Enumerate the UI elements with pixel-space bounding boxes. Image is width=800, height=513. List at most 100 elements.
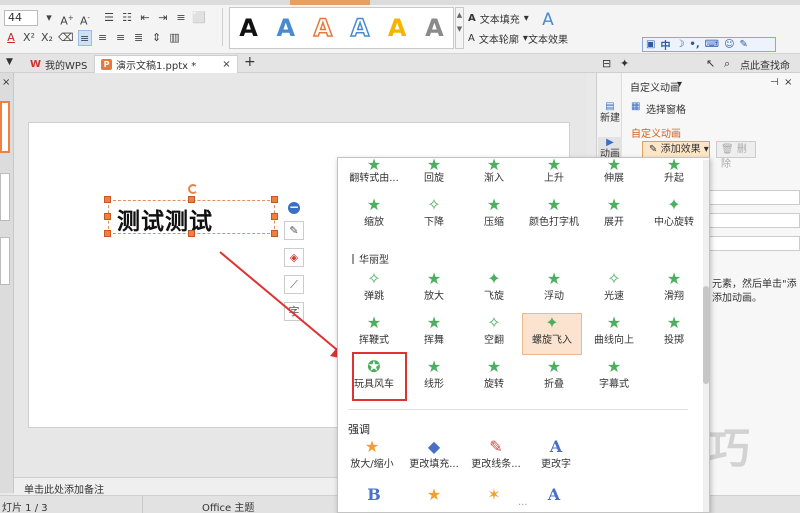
effect-font-style[interactable]: A	[524, 486, 584, 512]
gallery-scroll-icon[interactable]: ▲ ▼	[455, 7, 464, 49]
effect-light-speed[interactable]: ✧ 光速	[584, 270, 644, 312]
collapse-float-toolbar-icon[interactable]: −	[288, 201, 300, 214]
add-effect-dropdown[interactable]: ★ 翻转式由... ★ 回旋 ★ 渐入 ★ 上升 ★ 伸展 ★ 升起 ★ 缩放 ✧ 下降 ★ 压缩…	[337, 157, 710, 513]
add-effect-button[interactable]: ✎ 添加效果 ▾	[642, 141, 710, 158]
delete-button[interactable]: 🗑 删除	[716, 141, 756, 170]
wordart-style-orange-outline[interactable]: A	[313, 13, 333, 43]
popup-scrollbar-thumb[interactable]	[703, 286, 709, 384]
cursor-icon[interactable]: ↖	[706, 57, 715, 70]
effect-color-typewriter[interactable]: ★ 颜色打字机	[524, 196, 584, 238]
effect-pinwheel-fly[interactable]: ✦ 飞旋	[464, 270, 524, 312]
pane-close-icon[interactable]: ×	[784, 77, 792, 88]
tab-my-wps[interactable]: W 我的WPS	[24, 55, 93, 73]
effect-center-revolve[interactable]: ✦ 中心旋转	[644, 196, 704, 238]
effect-float[interactable]: ★ 浮动	[524, 270, 584, 312]
text-effect-button[interactable]: A 文本效果	[528, 10, 568, 46]
text-direction-icon[interactable]: ⇕	[150, 30, 164, 46]
align-left-icon[interactable]: ≡	[77, 30, 92, 46]
wordart-style-gallery[interactable]: A A A A A A	[229, 7, 454, 49]
tab-presentation[interactable]: P 演示文稿1.pptx * ×	[94, 55, 238, 73]
pane-pin-icon[interactable]: ⊣	[770, 77, 779, 88]
grow-font-icon[interactable]: A+	[60, 10, 74, 28]
text-fill-button[interactable]: A 文本填充 ▾	[468, 11, 529, 26]
effect-credits[interactable]: ★ 字幕式	[584, 358, 644, 400]
slide-thumbnail[interactable]	[0, 237, 10, 285]
effect-curve-up[interactable]: ★ 曲线向上	[584, 314, 644, 356]
wordart-style-blue-outline[interactable]: A	[350, 13, 370, 43]
resize-handle[interactable]	[271, 196, 278, 203]
close-icon[interactable]: ×	[222, 59, 230, 70]
wrench-icon[interactable]: ✎	[740, 39, 748, 50]
pane-title[interactable]: 自定义动画	[630, 79, 680, 94]
resize-handle[interactable]	[188, 230, 195, 237]
resize-handle[interactable]	[188, 196, 195, 203]
shape-icon[interactable]: ⬜	[192, 10, 206, 26]
effect-zoom[interactable]: ★ 缩放	[344, 196, 404, 238]
wordart-style-blue[interactable]: A	[276, 14, 295, 42]
numbering-icon[interactable]: ☷	[120, 10, 134, 26]
moon-icon[interactable]: ☽	[675, 39, 684, 50]
effect-wave[interactable]: ★ 挥舞	[404, 314, 464, 356]
effect-whip[interactable]: ★ 挥鞭式	[344, 314, 404, 356]
effect-change-font[interactable]: A 更改字	[526, 438, 586, 480]
resize-handle[interactable]	[104, 230, 111, 237]
superscript-icon[interactable]: X²	[22, 30, 36, 46]
effect-compress[interactable]: ★ 压缩	[464, 196, 524, 238]
font-color-icon[interactable]: A	[4, 30, 18, 46]
resize-handle[interactable]	[104, 196, 111, 203]
shrink-font-icon[interactable]: A-	[78, 10, 92, 28]
pin-icon[interactable]: ✦	[620, 57, 629, 70]
effect-change-fill[interactable]: ◆ 更改填充...	[404, 438, 464, 480]
ime-mode-label[interactable]: 中	[660, 37, 670, 52]
bullets-icon[interactable]: ☰	[102, 10, 116, 26]
effect-expand[interactable]: ★ 展开	[584, 196, 644, 238]
new-tab-button[interactable]: ▤ 新建	[598, 101, 622, 125]
clear-format-icon[interactable]: ⌫	[58, 30, 74, 46]
rotate-handle-icon[interactable]	[188, 184, 198, 194]
wordart-style-gray[interactable]: A	[425, 14, 444, 42]
effect-throw[interactable]: ★ 投掷	[644, 314, 704, 356]
selection-pane-link[interactable]: 选择窗格	[646, 101, 686, 116]
wordart-style-gold[interactable]: A	[388, 14, 407, 42]
align-right-icon[interactable]: ≡	[114, 30, 128, 46]
slide-thumbnail[interactable]	[0, 173, 10, 221]
align-center-icon[interactable]: ≡	[96, 30, 110, 46]
effect-flip-over[interactable]: ✧ 空翻	[464, 314, 524, 356]
slide-thumbnail-strip[interactable]: ×	[0, 73, 14, 493]
ime-toolbar[interactable]: ▣ 中 ☽ •, ⌨ ☺ ✎	[642, 37, 776, 52]
tab-list-icon[interactable]: ▼	[6, 57, 13, 67]
start-field[interactable]	[708, 190, 800, 205]
speed-field[interactable]	[708, 236, 800, 251]
minimize-pane-icon[interactable]: ⊟	[602, 57, 611, 70]
more-icon[interactable]: ···	[518, 500, 528, 511]
subscript-icon[interactable]: X₂	[40, 30, 54, 46]
keyboard-icon[interactable]: ⌨	[705, 39, 719, 50]
effect-bounce[interactable]: ✧ 弹跳	[344, 270, 404, 312]
effect-change-line[interactable]: ✎ 更改线条...	[466, 438, 526, 480]
effect-grow-shrink[interactable]: ★ 放大/缩小	[342, 438, 402, 480]
effect-bold[interactable]: B	[344, 486, 404, 512]
search-hint[interactable]: 点此查找命	[740, 57, 790, 72]
effect-teeter[interactable]: ✶	[464, 486, 524, 512]
effect-spin[interactable]: ★ 旋转	[464, 358, 524, 400]
slide-thumbnail[interactable]	[0, 101, 10, 153]
font-size-dropdown-icon[interactable]: ▾	[42, 10, 56, 26]
effect-spiral-in[interactable]: ✦ 螺旋飞入	[522, 313, 582, 355]
resize-handle[interactable]	[104, 213, 111, 220]
increase-indent-icon[interactable]: ⇥	[156, 10, 170, 26]
drawing-tools-tab-highlight[interactable]	[290, 0, 370, 5]
punctuation-icon[interactable]: •,	[689, 39, 699, 50]
effect-magnify[interactable]: ★ 放大	[404, 270, 464, 312]
resize-handle[interactable]	[271, 230, 278, 237]
new-tab-icon[interactable]: +	[244, 54, 256, 70]
effect-linear[interactable]: ★ 线形	[404, 358, 464, 400]
justify-icon[interactable]: ≣	[132, 30, 146, 46]
wordart-style-black[interactable]: A	[239, 14, 258, 42]
columns-icon[interactable]: ▥	[168, 30, 182, 46]
slide-text[interactable]: 测试测试	[117, 202, 213, 236]
text-outline-button[interactable]: A 文本轮廓 ▾	[468, 31, 528, 46]
font-size-input[interactable]: 44	[4, 10, 38, 26]
effect-glide[interactable]: ★ 滑翔	[644, 270, 704, 312]
line-spacing-icon[interactable]: ≡	[174, 10, 188, 26]
pane-title-dropdown-icon[interactable]: ▾	[677, 79, 682, 90]
